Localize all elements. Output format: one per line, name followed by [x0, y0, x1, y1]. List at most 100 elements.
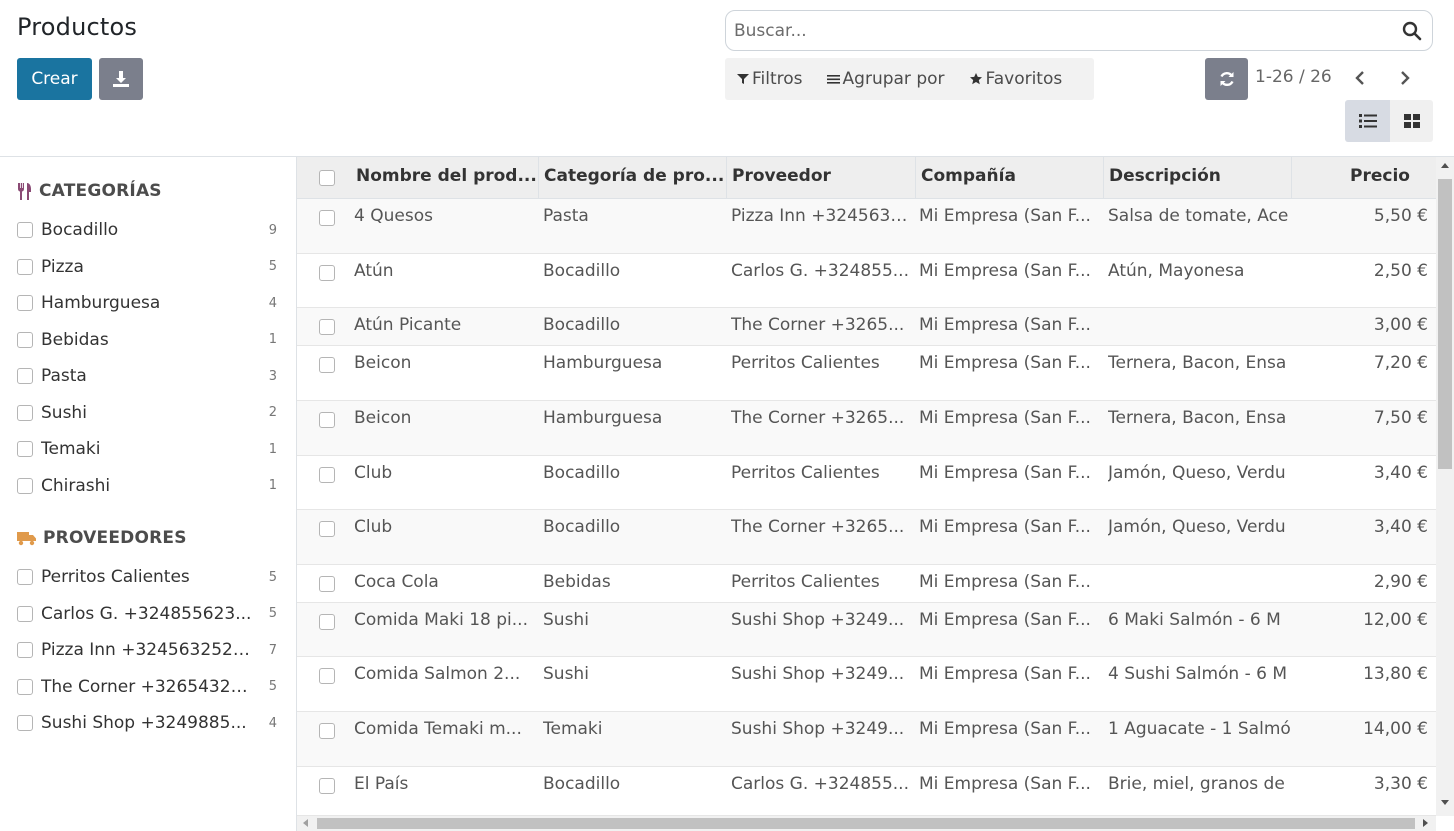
table-row[interactable]: El País Bocadillo Carlos G. +324855... Mi E… — [297, 767, 1436, 816]
row-checkbox[interactable] — [319, 412, 335, 428]
row-checkbox[interactable] — [319, 467, 335, 483]
supplier-filter-checkbox[interactable] — [17, 678, 33, 695]
cell-description: Jamón, Queso, Verdu — [1108, 463, 1286, 483]
category-filter-item[interactable]: Temaki 1 — [17, 437, 279, 461]
category-filter-checkbox[interactable] — [17, 441, 33, 457]
table-row[interactable]: Beicon Hamburguesa The Corner +3265... Mi E… — [297, 401, 1436, 456]
row-checkbox[interactable] — [319, 614, 335, 630]
cell-company: Mi Empresa (San F... — [919, 572, 1091, 592]
table-row[interactable]: Coca Cola Bebidas Perritos Calientes Mi Emp… — [297, 565, 1436, 603]
column-header-supplier[interactable]: Proveedor — [726, 157, 915, 199]
table-row[interactable]: Comida Temaki m... Temaki Sushi Shop +3249… — [297, 712, 1436, 767]
row-checkbox[interactable] — [319, 521, 335, 537]
supplier-filter-item[interactable]: Perritos Calientes 5 — [17, 565, 279, 589]
table-row[interactable]: 4 Quesos Pasta Pizza Inn +32456325... Mi Em… — [297, 199, 1436, 254]
category-filter-item[interactable]: Bebidas 1 — [17, 328, 279, 352]
table-header: Nombre del prod... Categoría de pro... P… — [297, 157, 1436, 199]
table-row[interactable]: Club Bocadillo Perritos Calientes Mi Empres… — [297, 456, 1436, 510]
table-row[interactable]: Beicon Hamburguesa Perritos Calientes Mi Em… — [297, 346, 1436, 401]
scroll-left-arrow-icon[interactable] — [303, 819, 308, 827]
horizontal-scrollbar[interactable] — [297, 816, 1436, 831]
grid-icon — [1403, 114, 1420, 128]
table-row[interactable]: Comida Salmon 2... Sushi Sushi Shop +3249.… — [297, 657, 1436, 712]
supplier-filter-checkbox[interactable] — [17, 569, 33, 585]
row-checkbox[interactable] — [319, 778, 335, 794]
search-icon[interactable] — [1402, 21, 1422, 41]
category-filter-item[interactable]: Hamburguesa 4 — [17, 291, 279, 315]
download-button[interactable] — [99, 58, 143, 100]
table-row[interactable]: Atún Picante Bocadillo The Corner +3265...… — [297, 308, 1436, 346]
chevron-right-icon — [1401, 71, 1410, 85]
category-filter-item[interactable]: Pasta 3 — [17, 364, 279, 388]
cell-category: Hamburguesa — [543, 353, 663, 373]
column-header-description[interactable]: Descripción — [1103, 157, 1291, 199]
supplier-filter-checkbox[interactable] — [17, 642, 33, 658]
column-header-category[interactable]: Categoría de pro... — [538, 157, 726, 199]
table-row[interactable]: Atún Bocadillo Carlos G. +324855... Mi Empr… — [297, 254, 1436, 308]
scroll-down-arrow-icon[interactable] — [1441, 800, 1449, 805]
cell-name: Atún Picante — [354, 315, 462, 335]
cell-category: Sushi — [543, 664, 589, 684]
cell-price: 14,00 € — [1363, 719, 1428, 739]
cell-price: 3,40 € — [1373, 463, 1428, 483]
vertical-scrollbar[interactable] — [1436, 157, 1454, 816]
supplier-filter-count: 7 — [268, 642, 277, 658]
cell-company: Mi Empresa (San F... — [919, 610, 1091, 630]
category-filter-checkbox[interactable] — [17, 477, 33, 494]
table-row[interactable]: Club Bocadillo The Corner +3265... Mi Empre… — [297, 510, 1436, 565]
cell-supplier: Perritos Calientes — [731, 463, 880, 483]
row-checkbox[interactable] — [319, 319, 335, 335]
column-header-price[interactable]: Precio — [1291, 157, 1436, 199]
supplier-filter-item[interactable]: The Corner +32654321... 5 — [17, 675, 279, 699]
table-row[interactable]: Comida Maki 18 pi... Sushi Sushi Shop +324… — [297, 603, 1436, 657]
supplier-filter-checkbox[interactable] — [17, 715, 33, 731]
category-filter-item[interactable]: Sushi 2 — [17, 401, 279, 425]
category-filter-checkbox[interactable] — [17, 331, 33, 348]
row-checkbox[interactable] — [319, 265, 335, 281]
pager-value[interactable]: 1-26 / 26 — [1255, 67, 1332, 87]
group-by-button[interactable]: Agrupar por — [826, 69, 945, 89]
supplier-filter-checkbox[interactable] — [17, 605, 33, 622]
row-checkbox[interactable] — [319, 668, 335, 684]
reload-button[interactable] — [1205, 58, 1248, 100]
favorites-button[interactable]: Favoritos — [969, 69, 1063, 89]
horizontal-scrollbar-thumb[interactable] — [317, 818, 1415, 829]
column-header-name[interactable]: Nombre del prod... — [351, 157, 538, 199]
cell-description: Ternera, Bacon, Ensa — [1108, 353, 1287, 373]
pager-next-button[interactable] — [1393, 66, 1417, 90]
category-filter-checkbox[interactable] — [17, 404, 33, 421]
scroll-right-arrow-icon[interactable] — [1423, 819, 1428, 827]
cutlery-icon — [18, 182, 31, 200]
cell-description: 4 Sushi Salmón - 6 M — [1108, 664, 1288, 684]
pager-previous-button[interactable] — [1348, 66, 1372, 90]
supplier-filter-item[interactable]: Carlos G. +324855623... 5 — [17, 602, 279, 626]
search-options-bar: Filtros Agrupar por Favoritos — [725, 58, 1094, 100]
filter-icon — [737, 74, 749, 84]
category-filter-item[interactable]: Pizza 5 — [17, 255, 279, 279]
category-filter-checkbox[interactable] — [17, 368, 33, 384]
vertical-scrollbar-thumb[interactable] — [1438, 179, 1452, 469]
favorites-label: Favoritos — [985, 69, 1063, 89]
category-filter-checkbox[interactable] — [17, 258, 33, 275]
row-checkbox[interactable] — [319, 723, 335, 739]
supplier-filter-item[interactable]: Sushi Shop +3249885... 4 — [17, 711, 279, 735]
supplier-filter-item[interactable]: Pizza Inn +3245632528... 7 — [17, 638, 279, 662]
row-checkbox[interactable] — [319, 210, 335, 226]
cell-category: Sushi — [543, 610, 589, 630]
category-filter-label: Hamburguesa — [41, 293, 161, 313]
select-all-checkbox[interactable] — [319, 170, 335, 186]
category-filter-checkbox[interactable] — [17, 222, 33, 238]
row-checkbox[interactable] — [319, 576, 335, 592]
row-checkbox[interactable] — [319, 357, 335, 373]
category-filter-item[interactable]: Bocadillo 9 — [17, 218, 279, 242]
filters-button[interactable]: Filtros — [737, 69, 803, 89]
category-filter-item[interactable]: Chirashi 1 — [17, 474, 279, 498]
truck-icon — [17, 531, 36, 545]
kanban-view-button[interactable] — [1390, 100, 1433, 142]
column-header-company[interactable]: Compañía — [915, 157, 1103, 199]
category-filter-checkbox[interactable] — [17, 295, 33, 311]
search-input[interactable] — [734, 17, 1394, 45]
list-view-button[interactable] — [1345, 100, 1390, 142]
create-button[interactable]: Crear — [17, 58, 92, 100]
scroll-up-arrow-icon[interactable] — [1441, 163, 1449, 168]
